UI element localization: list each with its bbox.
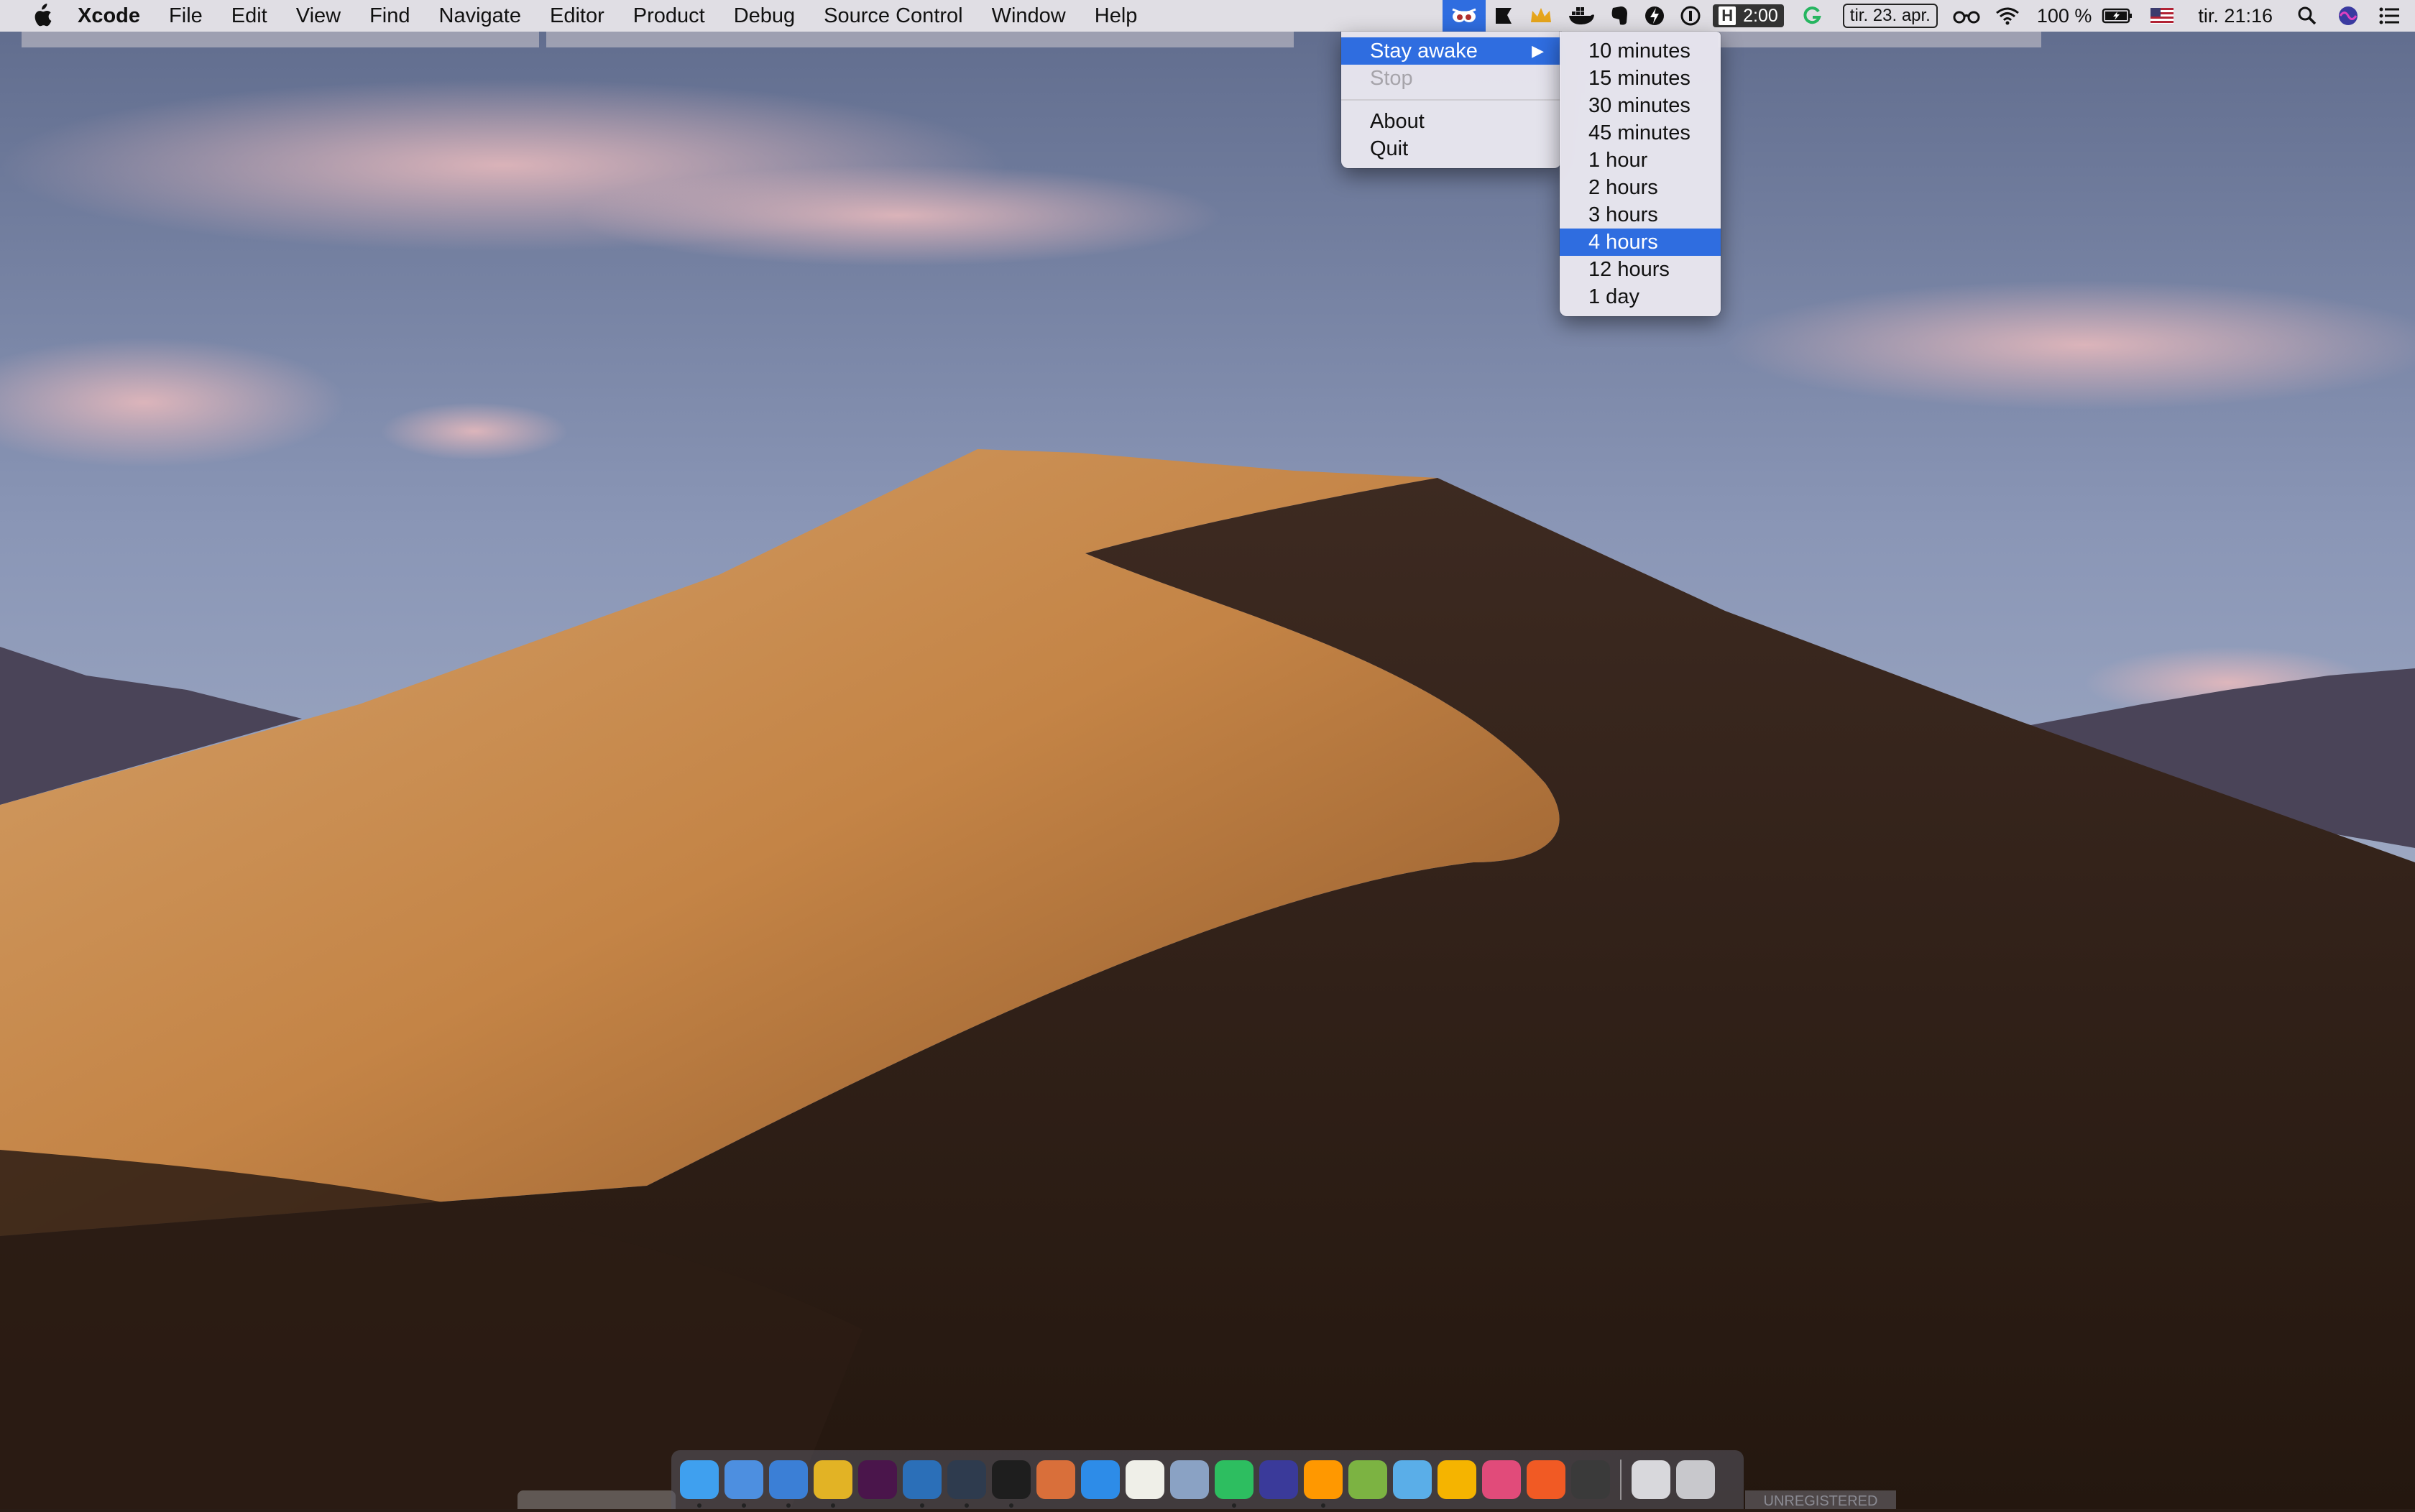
timer-value: 2:00 <box>1743 5 1778 26</box>
duration-option-3-hours[interactable]: 3 hours <box>1560 201 1721 229</box>
android-studio-dock-icon[interactable] <box>1348 1460 1387 1499</box>
dock-divider <box>1620 1460 1622 1500</box>
menu-navigate[interactable]: Navigate <box>425 0 535 32</box>
running-indicator <box>786 1503 791 1508</box>
safari-dock-icon[interactable] <box>1081 1460 1120 1499</box>
sketch-dock-icon[interactable] <box>1438 1460 1476 1499</box>
folder-dock-icon[interactable] <box>1393 1460 1432 1499</box>
downloads-stack-dock-icon[interactable] <box>1632 1460 1670 1499</box>
wallpaper-graphic <box>0 0 2415 1509</box>
running-indicator <box>1232 1503 1236 1508</box>
visual-studio-code-dock-icon[interactable] <box>903 1460 942 1508</box>
finder-dock-icon[interactable] <box>680 1460 719 1508</box>
duration-option-15-minutes[interactable]: 15 minutes <box>1560 65 1721 92</box>
menu-item-about[interactable]: About <box>1341 108 1561 135</box>
menu-item-stop: Stop <box>1370 67 1413 90</box>
us-flag-icon[interactable] <box>2140 0 2184 32</box>
running-indicator <box>1009 1503 1013 1508</box>
menu-window[interactable]: Window <box>978 0 1080 32</box>
evernote-icon[interactable] <box>1602 0 1637 32</box>
stay-awake-app-menu: Stay awake ▶ Stop About Quit <box>1341 32 1561 168</box>
siri-icon[interactable] <box>2327 0 2369 32</box>
menu-product[interactable]: Product <box>619 0 719 32</box>
duration-option-30-minutes[interactable]: 30 minutes <box>1560 92 1721 119</box>
duration-option-4-hours[interactable]: 4 hours <box>1560 229 1721 256</box>
photo-booth-dock-icon[interactable] <box>1482 1460 1521 1499</box>
menu-item-quit[interactable]: Quit <box>1341 135 1561 162</box>
running-indicator <box>831 1503 835 1508</box>
mosaic-dock-icon[interactable] <box>1036 1460 1075 1499</box>
evernote-dock-icon[interactable] <box>1215 1460 1254 1508</box>
running-indicator <box>697 1503 702 1508</box>
wifi-icon[interactable] <box>1988 0 2027 32</box>
menu-find[interactable]: Find <box>355 0 424 32</box>
menu-source-control[interactable]: Source Control <box>809 0 977 32</box>
running-indicator <box>920 1503 924 1508</box>
menu-bar: Xcode File Edit View Find Navigate Edito… <box>0 0 2415 32</box>
menu-debug[interactable]: Debug <box>719 0 809 32</box>
status-menu-area: H 2:00 tir. 23. apr. 100 % tir. 21:16 <box>1443 0 2415 32</box>
duration-option-12-hours[interactable]: 12 hours <box>1560 256 1721 283</box>
app-name-menu[interactable]: Xcode <box>56 0 155 32</box>
notification-center-icon[interactable] <box>2369 0 2415 32</box>
menu-item-stay-awake[interactable]: Stay awake ▶ <box>1341 37 1561 65</box>
background-window-bottom <box>518 1490 676 1509</box>
menu-file[interactable]: File <box>155 0 217 32</box>
grammarly-icon[interactable] <box>1788 0 1836 32</box>
grammarly-dock-icon[interactable] <box>1571 1460 1610 1499</box>
menu-editor[interactable]: Editor <box>535 0 619 32</box>
chrome-dock-icon[interactable] <box>814 1460 852 1508</box>
moon-app-dock-icon[interactable] <box>1259 1460 1298 1499</box>
background-window-toolbar <box>546 32 1294 47</box>
running-indicator <box>965 1503 969 1508</box>
duration-option-1-day[interactable]: 1 day <box>1560 283 1721 310</box>
lightning-icon[interactable] <box>1637 0 1673 32</box>
running-indicator <box>742 1503 746 1508</box>
docker-icon[interactable] <box>1560 0 1602 32</box>
background-window-toolbar <box>22 32 539 47</box>
terminal-dock-icon[interactable] <box>992 1460 1031 1508</box>
submenu-arrow-icon: ▶ <box>1532 42 1544 60</box>
apple-menu-icon[interactable] <box>27 0 56 32</box>
duration-submenu: 10 minutes 15 minutes 30 minutes 45 minu… <box>1560 32 1721 316</box>
date-widget[interactable]: tir. 23. apr. <box>1842 4 1938 28</box>
clock[interactable]: tir. 21:16 <box>2184 0 2287 32</box>
unregistered-watermark: UNREGISTERED <box>1745 1490 1896 1509</box>
running-indicator <box>1321 1503 1325 1508</box>
battery-icon[interactable] <box>2102 0 2140 32</box>
menu-edit[interactable]: Edit <box>217 0 282 32</box>
terminal-prompt-dock-icon[interactable] <box>947 1460 986 1508</box>
timer-status[interactable]: H 2:00 <box>1713 4 1784 27</box>
xcode-dock-icon[interactable] <box>724 1460 763 1508</box>
menu-help[interactable]: Help <box>1080 0 1152 32</box>
preview-dock-icon[interactable] <box>1170 1460 1209 1499</box>
duration-option-1-hour[interactable]: 1 hour <box>1560 147 1721 174</box>
trash-dock-icon[interactable] <box>1676 1460 1715 1499</box>
menu-view[interactable]: View <box>282 0 355 32</box>
menu-separator <box>1341 99 1561 101</box>
spotlight-search-icon[interactable] <box>2287 0 2327 32</box>
notes-dock-icon[interactable] <box>1126 1460 1164 1499</box>
battery-percentage: 100 % <box>2036 5 2092 27</box>
timer-label: H <box>1719 6 1736 25</box>
simulator-dock-icon[interactable] <box>769 1460 808 1508</box>
notification-bell-icon[interactable] <box>1486 0 1522 32</box>
desktop-wallpaper <box>0 0 2415 1509</box>
glasses-icon[interactable] <box>1945 0 1988 32</box>
slack-dock-icon[interactable] <box>858 1460 897 1499</box>
background-window-toolbar <box>1718 32 2041 47</box>
1password-icon[interactable] <box>1673 0 1708 32</box>
duration-option-10-minutes[interactable]: 10 minutes <box>1560 37 1721 65</box>
sublime-text-dock-icon[interactable] <box>1304 1460 1343 1508</box>
crown-icon[interactable] <box>1522 0 1560 32</box>
owly-eye-icon[interactable] <box>1443 0 1486 32</box>
brave-dock-icon[interactable] <box>1527 1460 1565 1499</box>
menu-item-stay-awake-label: Stay awake <box>1370 40 1478 63</box>
duration-option-2-hours[interactable]: 2 hours <box>1560 174 1721 201</box>
dock <box>671 1450 1744 1509</box>
duration-option-45-minutes[interactable]: 45 minutes <box>1560 119 1721 147</box>
